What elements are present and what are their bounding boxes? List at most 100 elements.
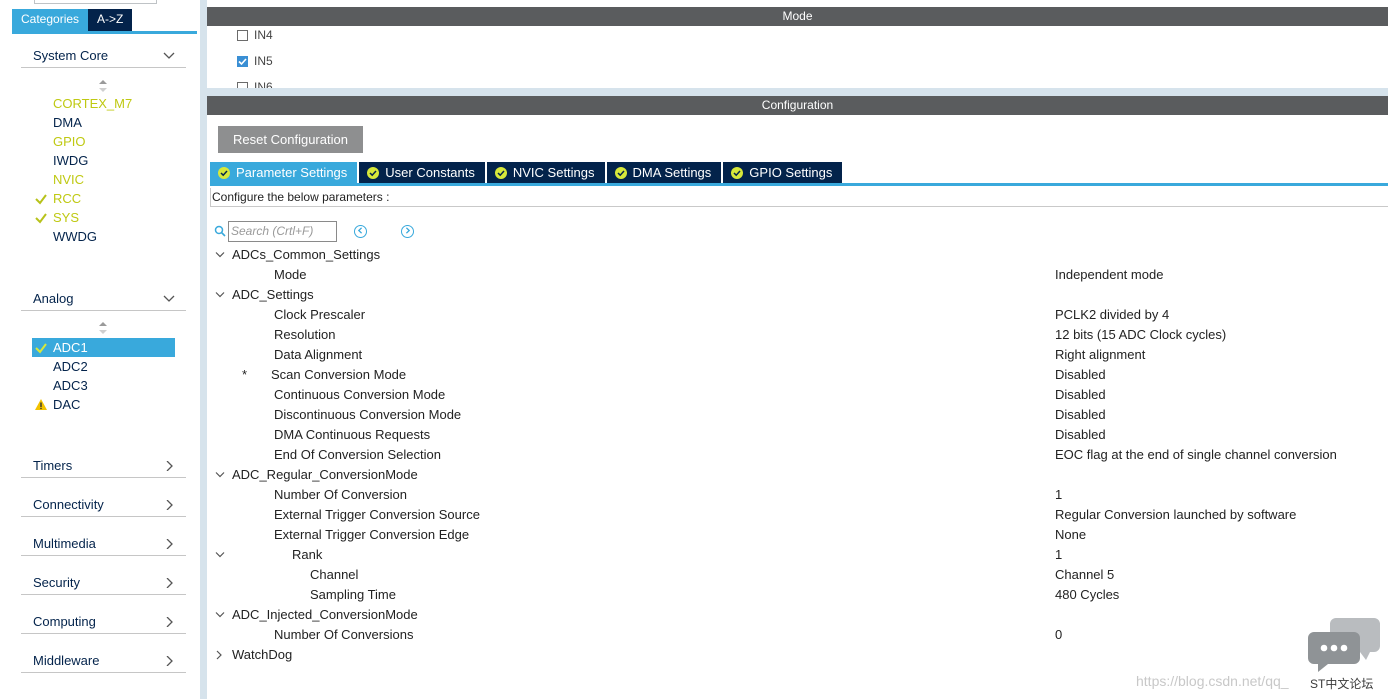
- tree-group-rank[interactable]: Rank 1: [207, 545, 1388, 565]
- category-middleware[interactable]: Middleware: [21, 649, 186, 673]
- expand-down-icon[interactable]: [215, 251, 225, 259]
- chevron-right-icon: [166, 461, 173, 471]
- tab-nvic-settings[interactable]: NVIC Settings: [486, 162, 605, 183]
- tree-param-scan-conversion-mode[interactable]: * Scan Conversion Mode Disabled: [207, 365, 1388, 385]
- param-name: Channel: [310, 567, 359, 582]
- param-value[interactable]: 12 bits (15 ADC Clock cycles): [1055, 325, 1226, 345]
- param-name: WatchDog: [232, 647, 293, 662]
- check-icon: [238, 57, 247, 65]
- sidebar-item-rcc[interactable]: RCC: [32, 189, 175, 208]
- tab-dma-settings[interactable]: DMA Settings: [606, 162, 722, 183]
- tab-a-to-z[interactable]: A->Z: [88, 9, 133, 31]
- category-computing[interactable]: Computing: [21, 610, 186, 634]
- tab-categories[interactable]: Categories: [12, 9, 89, 31]
- tree-param-end-of-conversion-selection[interactable]: End Of Conversion Selection EOC flag at …: [207, 445, 1388, 465]
- param-value[interactable]: 0: [1055, 625, 1062, 645]
- param-value[interactable]: PCLK2 divided by 4: [1055, 305, 1169, 325]
- param-value[interactable]: 1: [1055, 485, 1062, 505]
- sidebar-item-cortex-m7[interactable]: CORTEX_M7: [32, 94, 175, 113]
- sidebar-item-sys[interactable]: SYS: [32, 208, 175, 227]
- expand-down-icon[interactable]: [215, 471, 225, 479]
- watermark-url: https://blog.csdn.net/qq_: [1136, 673, 1289, 689]
- search-input[interactable]: [228, 220, 337, 242]
- sidebar-item-dma[interactable]: DMA: [32, 113, 175, 132]
- expand-down-icon[interactable]: [215, 291, 225, 299]
- checkbox[interactable]: [237, 29, 248, 41]
- tree-param-discontinuous-conversion-mode[interactable]: Discontinuous Conversion Mode Disabled: [207, 405, 1388, 425]
- tree-param-number-of-conversion[interactable]: Number Of Conversion 1: [207, 485, 1388, 505]
- tree-param-dma-continuous-requests[interactable]: DMA Continuous Requests Disabled: [207, 425, 1388, 445]
- tree-param-channel[interactable]: Channel Channel 5: [207, 565, 1388, 585]
- category-multimedia[interactable]: Multimedia: [21, 532, 186, 556]
- param-value[interactable]: 1: [1055, 545, 1062, 565]
- category-label: Analog: [33, 291, 74, 306]
- tab-parameter-settings[interactable]: Parameter Settings: [210, 162, 358, 183]
- category-label: Timers: [33, 458, 73, 473]
- param-name: Resolution: [274, 327, 336, 342]
- tree-param-external-trigger-source[interactable]: External Trigger Conversion Source Regul…: [207, 505, 1388, 525]
- checkbox[interactable]: [237, 55, 248, 67]
- param-value[interactable]: Disabled: [1055, 385, 1106, 405]
- param-name: External Trigger Conversion Source: [274, 507, 480, 522]
- tree-param-number-of-conversions[interactable]: Number Of Conversions 0: [207, 625, 1388, 645]
- param-value[interactable]: Regular Conversion launched by software: [1055, 505, 1296, 525]
- category-connectivity[interactable]: Connectivity: [21, 493, 186, 517]
- param-value[interactable]: Disabled: [1055, 425, 1106, 445]
- panel-splitter[interactable]: [207, 88, 1388, 96]
- sort-icon[interactable]: [98, 79, 108, 93]
- category-timers[interactable]: Timers: [21, 454, 186, 478]
- sidebar-item-dac[interactable]: DAC: [32, 395, 175, 414]
- sort-icon[interactable]: [98, 321, 108, 335]
- category-analog[interactable]: Analog: [21, 287, 186, 311]
- param-value[interactable]: 480 Cycles: [1055, 585, 1119, 605]
- tree-group-adc-regular-conversionmode[interactable]: ADC_Regular_ConversionMode: [207, 465, 1388, 485]
- param-name: Continuous Conversion Mode: [274, 387, 446, 402]
- category-label: Connectivity: [33, 497, 104, 512]
- tree-param-resolution[interactable]: Resolution 12 bits (15 ADC Clock cycles): [207, 325, 1388, 345]
- tree-param-data-alignment[interactable]: Data Alignment Right alignment: [207, 345, 1388, 365]
- param-value[interactable]: Disabled: [1055, 405, 1106, 425]
- sidebar-item-adc1[interactable]: ADC1: [32, 338, 175, 357]
- mode-channel-in6[interactable]: IN6: [237, 78, 273, 88]
- tree-group-adc-injected-conversionmode[interactable]: ADC_Injected_ConversionMode: [207, 605, 1388, 625]
- param-value[interactable]: Channel 5: [1055, 565, 1114, 585]
- tree-param-clock-prescaler[interactable]: Clock Prescaler PCLK2 divided by 4: [207, 305, 1388, 325]
- category-security[interactable]: Security: [21, 571, 186, 595]
- param-value[interactable]: None: [1055, 525, 1086, 545]
- mode-channel-in4[interactable]: IN4: [237, 26, 273, 44]
- tab-label: NVIC Settings: [512, 165, 595, 180]
- reset-configuration-button[interactable]: Reset Configuration: [218, 126, 363, 153]
- mode-channel-in5[interactable]: IN5: [237, 52, 273, 70]
- param-value[interactable]: Disabled: [1055, 365, 1106, 385]
- param-name: Number Of Conversions: [274, 627, 414, 642]
- tree-group-adcs-common-settings[interactable]: ADCs_Common_Settings: [207, 245, 1388, 265]
- tree-group-adc-settings[interactable]: ADC_Settings: [207, 285, 1388, 305]
- sidebar-item-adc2[interactable]: ADC2: [32, 357, 175, 376]
- expand-right-icon[interactable]: [215, 650, 223, 660]
- tab-gpio-settings[interactable]: GPIO Settings: [723, 162, 843, 183]
- sidebar-item-iwdg[interactable]: IWDG: [32, 151, 175, 170]
- checkmark-icon: [35, 343, 47, 354]
- sidebar-search-field[interactable]: [34, 0, 157, 4]
- previous-match-icon[interactable]: [354, 224, 367, 238]
- expand-down-icon[interactable]: [215, 551, 225, 559]
- sidebar-item-gpio[interactable]: GPIO: [32, 132, 175, 151]
- param-value[interactable]: Right alignment: [1055, 345, 1145, 365]
- expand-down-icon[interactable]: [215, 611, 225, 619]
- sidebar-item-nvic[interactable]: NVIC: [32, 170, 175, 189]
- tree-param-mode[interactable]: Mode Independent mode: [207, 265, 1388, 285]
- sidebar-splitter[interactable]: [200, 0, 207, 699]
- tree-group-watchdog[interactable]: WatchDog: [207, 645, 1388, 665]
- category-system-core[interactable]: System Core: [21, 44, 186, 68]
- tree-param-sampling-time[interactable]: Sampling Time 480 Cycles: [207, 585, 1388, 605]
- param-value[interactable]: EOC flag at the end of single channel co…: [1055, 445, 1337, 465]
- tree-param-continuous-conversion-mode[interactable]: Continuous Conversion Mode Disabled: [207, 385, 1388, 405]
- configuration-caption: Configure the below parameters :: [210, 188, 1388, 207]
- tab-user-constants[interactable]: User Constants: [359, 162, 485, 183]
- next-match-icon[interactable]: [401, 224, 414, 238]
- sidebar-item-wwdg[interactable]: WWDG: [32, 227, 175, 246]
- param-value[interactable]: Independent mode: [1055, 265, 1163, 285]
- param-name: Discontinuous Conversion Mode: [274, 407, 462, 422]
- sidebar-item-adc3[interactable]: ADC3: [32, 376, 175, 395]
- tree-param-external-trigger-edge[interactable]: External Trigger Conversion Edge None: [207, 525, 1388, 545]
